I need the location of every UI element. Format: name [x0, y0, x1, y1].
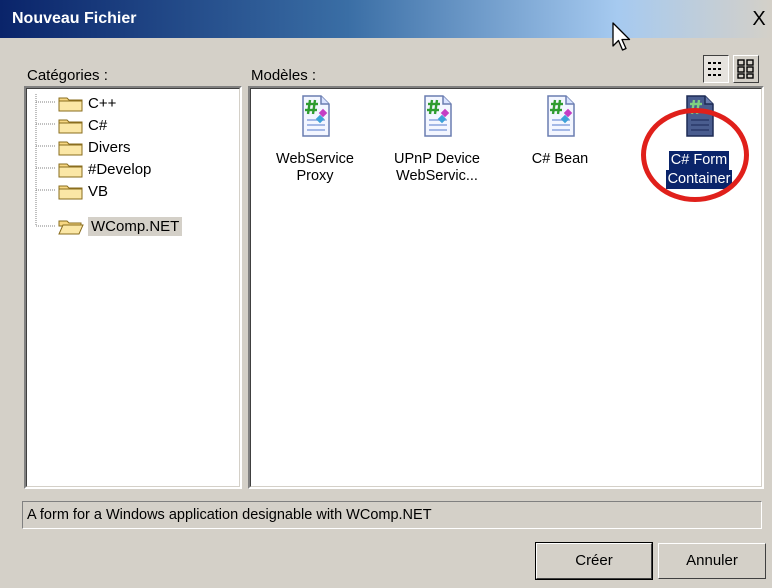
csharp-file-icon	[547, 95, 575, 137]
csharp-file-icon	[424, 95, 452, 137]
description-text: A form for a Windows application designa…	[27, 507, 432, 523]
templates-label: Modèles :	[251, 67, 317, 84]
template-label: C# Bean	[531, 151, 589, 167]
description-box: A form for a Windows application designa…	[22, 501, 762, 529]
tree-item-divers[interactable]: Divers	[58, 137, 131, 157]
tree-item-label: Divers	[88, 138, 131, 156]
template-webservice-proxy[interactable]: WebService Proxy	[263, 94, 367, 185]
create-button[interactable]: Créer	[535, 542, 653, 580]
csharp-file-icon	[302, 95, 330, 137]
tree-item-develop[interactable]: #Develop	[58, 159, 151, 179]
tree-item-csharp[interactable]: C#	[58, 115, 107, 135]
window-title: Nouveau Fichier	[12, 10, 137, 27]
tree-item-vb[interactable]: VB	[58, 181, 108, 201]
folder-open-icon	[58, 220, 84, 234]
folder-icon	[58, 185, 83, 199]
tree-item-label: C++	[88, 94, 117, 112]
tree-item-label: #Develop	[88, 160, 152, 178]
template-upnp-device[interactable]: UPnP Device WebServic...	[385, 94, 489, 185]
mouse-cursor-icon	[612, 22, 631, 51]
template-label-2: WebServic...	[396, 168, 478, 184]
csharp-form-file-icon	[686, 95, 714, 137]
large-icons-view-button[interactable]	[703, 55, 729, 83]
list-view-button[interactable]	[733, 55, 759, 83]
template-label: UPnP Device	[394, 151, 480, 167]
title-bar[interactable]: Nouveau Fichier X	[0, 0, 772, 38]
tree-item-wcomp[interactable]: WComp.NET	[58, 216, 183, 236]
tree-item-cpp[interactable]: C++	[58, 93, 116, 113]
templates-list[interactable]: WebService Proxy UPnP Device WebServic..…	[248, 86, 764, 489]
template-label-2: Container	[665, 170, 733, 189]
categories-tree[interactable]: C++ C# Divers #Develop VB WComp.NET	[24, 86, 242, 489]
categories-label: Catégories :	[27, 67, 108, 84]
template-csharp-form-container[interactable]: C# Form Container	[647, 94, 751, 189]
tree-item-label: C#	[88, 116, 108, 134]
list-view-icon	[737, 59, 754, 79]
folder-icon	[58, 97, 83, 111]
folder-icon	[58, 163, 83, 177]
template-label-2: Proxy	[296, 168, 334, 184]
folder-icon	[58, 141, 83, 155]
close-button[interactable]: X	[748, 6, 770, 32]
template-label: C# Form	[668, 151, 730, 170]
folder-icon	[58, 119, 83, 133]
new-file-dialog: Nouveau Fichier X Catégories : Modèles :	[0, 0, 772, 588]
template-label: WebService	[276, 151, 354, 167]
tree-item-label: VB	[88, 182, 109, 200]
template-csharp-bean[interactable]: C# Bean	[508, 94, 612, 168]
large-icons-view-icon	[708, 62, 721, 76]
cancel-button[interactable]: Annuler	[658, 543, 766, 579]
tree-item-label: WComp.NET	[88, 216, 183, 236]
